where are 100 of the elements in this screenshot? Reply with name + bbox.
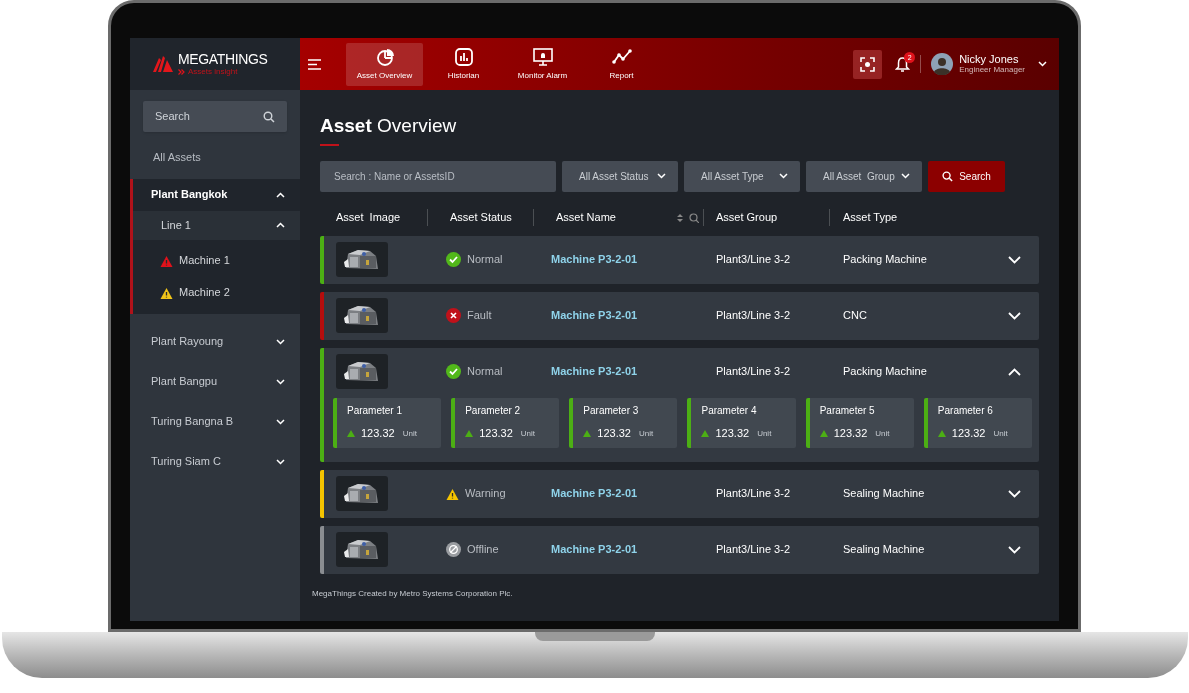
status-label: Fault bbox=[467, 308, 492, 324]
status-label: Warning bbox=[465, 486, 506, 502]
parameter-unit: Unit bbox=[520, 427, 536, 440]
chevron-down-icon bbox=[276, 458, 285, 465]
chevron-down-icon bbox=[276, 338, 285, 345]
search-icon bbox=[942, 170, 954, 182]
asset-name-link[interactable]: Machine P3-2-01 bbox=[533, 251, 703, 268]
scan-icon bbox=[860, 56, 876, 72]
status-label: Normal bbox=[467, 252, 503, 268]
asset-name-link[interactable]: Machine P3-2-01 bbox=[533, 363, 703, 380]
table-cell-text: Plant3/Line 3-2 bbox=[715, 486, 791, 502]
monitor-icon bbox=[532, 46, 553, 67]
parameter-value: 123.32 bbox=[833, 426, 868, 442]
chevron-up-icon bbox=[276, 222, 285, 228]
bell-icon[interactable] bbox=[895, 55, 911, 73]
parameter-name: Parameter 1 bbox=[347, 404, 404, 419]
tree-item[interactable]: Line 1 bbox=[133, 210, 300, 240]
table-cell-text: Plant3/Line 3-2 bbox=[715, 542, 791, 558]
table-row[interactable]: Normal Machine P3-2-01 Plant3/Line 3-2 Packing Machine bbox=[320, 235, 1039, 284]
dropdown[interactable]: All Asset Group bbox=[806, 160, 922, 192]
tree-item[interactable]: Machine 2 bbox=[133, 276, 300, 309]
parameter-name: Parameter 5 bbox=[819, 404, 876, 419]
table-cell-text: Plant3/Line 3-2 bbox=[715, 252, 791, 268]
parameter-value: 123.32 bbox=[479, 426, 513, 442]
parameter-name: Parameter 2 bbox=[465, 404, 522, 419]
nav-tab[interactable]: Monitor Alarm bbox=[504, 42, 581, 86]
search-field[interactable]: Search : Name or AssetsID bbox=[320, 160, 556, 192]
dropdown[interactable]: All Asset Type bbox=[684, 160, 800, 192]
all-assets-link[interactable]: All Assets bbox=[130, 149, 201, 166]
chevron-down-icon[interactable] bbox=[1038, 61, 1047, 67]
search-icon[interactable] bbox=[689, 212, 699, 223]
parameter-name: Parameter 6 bbox=[937, 404, 994, 419]
tree-item[interactable]: Turing Bangna B bbox=[130, 401, 300, 442]
chevron-down-icon[interactable] bbox=[1008, 255, 1021, 264]
tree-item[interactable]: Plant Bangpu bbox=[130, 361, 300, 402]
user-role: Engineer Manager bbox=[959, 66, 1025, 74]
search-field[interactable]: Search bbox=[143, 101, 287, 132]
parameter-unit: Unit bbox=[757, 427, 772, 440]
warning-icon bbox=[446, 487, 459, 500]
asset-name-link[interactable]: Machine P3-2-01 bbox=[533, 485, 703, 502]
parameter-value: 123.32 bbox=[715, 426, 750, 442]
chevron-down-icon bbox=[901, 173, 910, 179]
status-label: Offline bbox=[467, 542, 499, 558]
sort-icon[interactable] bbox=[677, 213, 683, 222]
column-header[interactable]: Asset Status bbox=[450, 209, 512, 226]
column-header[interactable]: Asset Group bbox=[716, 209, 778, 226]
page-title: Asset Overview bbox=[320, 114, 457, 138]
up-arrow-icon bbox=[347, 430, 355, 437]
parameter-unit: Unit bbox=[993, 427, 1008, 440]
table-cell-text: Plant3/Line 3-2 bbox=[715, 308, 791, 324]
dropdown[interactable]: All Asset Status bbox=[562, 160, 678, 192]
brand-name: MEGATHINGS bbox=[178, 52, 268, 66]
chevron-down-icon bbox=[779, 173, 788, 179]
table-cell-text: Packing Machine bbox=[842, 252, 928, 268]
tree-item[interactable]: Machine 1 bbox=[133, 244, 300, 277]
parameter-unit: Unit bbox=[639, 427, 654, 440]
table-row[interactable]: Fault Machine P3-2-01 Plant3/Line 3-2 CNC bbox=[320, 291, 1039, 340]
chevron-down-icon bbox=[276, 378, 285, 385]
double-chevron-icon bbox=[178, 69, 185, 75]
chevron-down-icon[interactable] bbox=[1008, 489, 1021, 498]
up-arrow-icon bbox=[701, 430, 710, 437]
nav-tab[interactable]: Asset Overview bbox=[346, 42, 423, 86]
table-row[interactable]: Warning Machine P3-2-01 Plant3/Line 3-2 Sealing Machine bbox=[320, 469, 1039, 518]
parameter-value: 123.32 bbox=[597, 426, 631, 442]
scan-button[interactable] bbox=[853, 49, 883, 79]
check-circle-icon bbox=[446, 364, 461, 379]
brand-tagline: Assets insight bbox=[188, 68, 238, 76]
parameter-unit: Unit bbox=[402, 427, 417, 440]
offline-icon bbox=[446, 542, 461, 557]
chevron-down-icon[interactable] bbox=[1008, 545, 1021, 554]
menu-icon[interactable] bbox=[308, 58, 321, 70]
column-header[interactable]: Asset Type bbox=[843, 209, 898, 226]
nav-tab[interactable]: Historian bbox=[425, 42, 502, 86]
line-chart-icon bbox=[611, 46, 632, 67]
chevron-down-icon bbox=[276, 418, 285, 425]
search-button[interactable]: Search bbox=[928, 160, 1005, 192]
up-arrow-icon bbox=[465, 430, 474, 437]
column-header[interactable]: Asset Name bbox=[556, 209, 616, 226]
chevron-down-icon[interactable] bbox=[1008, 311, 1021, 320]
parameter-value: 123.32 bbox=[951, 426, 986, 442]
tree-item[interactable]: Turing Siam C bbox=[130, 441, 300, 482]
column-header[interactable]: Asset Image bbox=[336, 209, 401, 226]
footer-text: MegaThings Created by Metro Systems Corporation Plc. bbox=[312, 587, 513, 600]
table-cell-text: Plant3/Line 3-2 bbox=[715, 364, 791, 380]
table-row[interactable]: Offline Machine P3-2-01 Plant3/Line 3-2 Sealing Machine bbox=[320, 525, 1039, 574]
chevron-up-icon[interactable] bbox=[1008, 367, 1021, 376]
nav-tab[interactable]: Report bbox=[583, 42, 660, 86]
error-icon bbox=[446, 308, 461, 323]
chevron-up-icon bbox=[276, 191, 285, 198]
parameter-name: Parameter 4 bbox=[701, 404, 758, 419]
up-arrow-icon bbox=[819, 430, 828, 437]
asset-name-link[interactable]: Machine P3-2-01 bbox=[533, 307, 703, 324]
tree-item[interactable]: Plant Rayoung bbox=[130, 321, 300, 362]
chevron-down-icon bbox=[657, 173, 666, 179]
asset-name-link[interactable]: Machine P3-2-01 bbox=[533, 541, 703, 558]
pie-chart-icon bbox=[374, 46, 395, 67]
table-cell-text: CNC bbox=[842, 308, 868, 324]
parameter-unit: Unit bbox=[875, 427, 890, 440]
tree-item[interactable]: Plant Bangkok bbox=[133, 178, 300, 211]
table-row[interactable]: Normal Machine P3-2-01 Plant3/Line 3-2 Packing Machine Parameter 1 123.32 Unit Parameter 2 123.32 Unit Parameter 3 123.32 Unit Parameter 4 123.32 Unit Parameter 5 123.32 Unit Parameter 6 123.32 Unit bbox=[320, 347, 1039, 462]
